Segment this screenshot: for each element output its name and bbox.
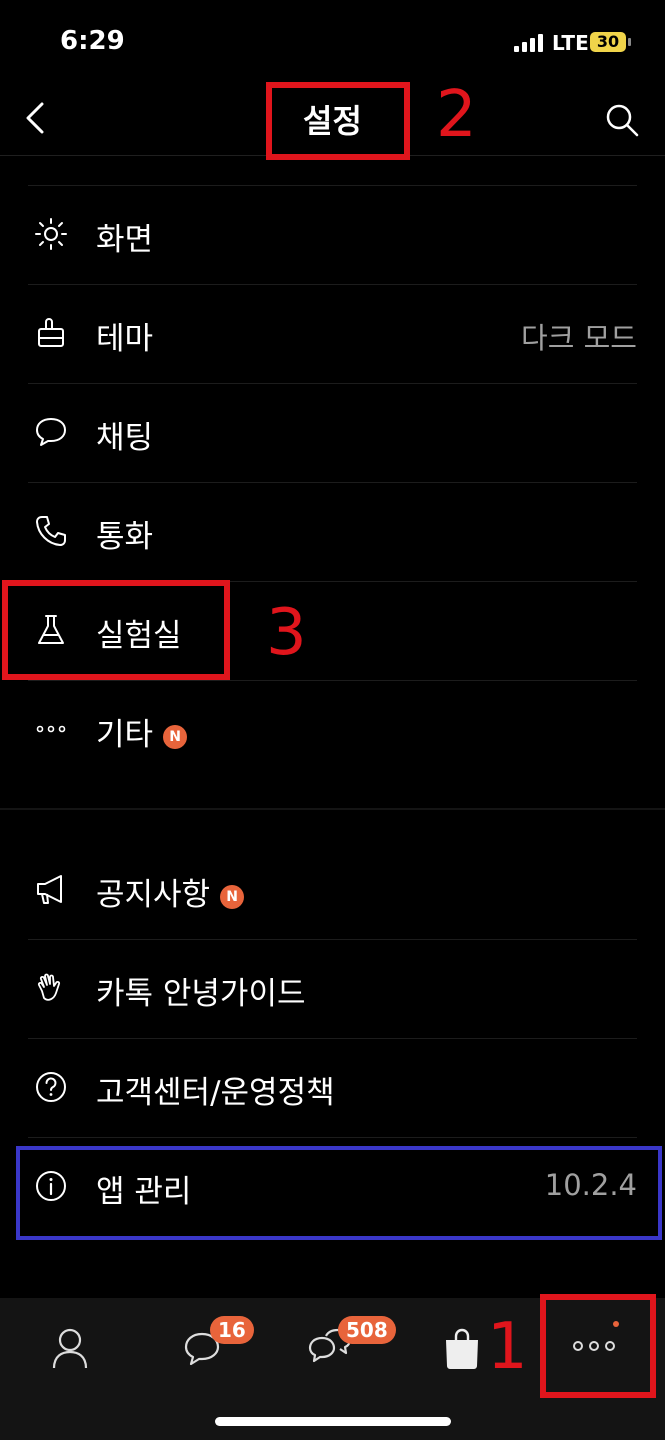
status-bar: 6:29 LTE 30 — [0, 0, 665, 86]
menu-item-etc[interactable]: 기타 N — [0, 681, 665, 780]
shopping-bag-icon — [446, 1328, 478, 1369]
menu-item-label: 고객센터/운영정책 — [96, 1075, 335, 1111]
brush-icon — [38, 318, 64, 347]
menu-item-guide[interactable]: 카톡 안녕가이드 — [0, 940, 665, 1039]
menu-item-support[interactable]: 고객센터/운영정책 — [0, 1039, 665, 1138]
megaphone-icon — [37, 875, 62, 904]
home-indicator[interactable] — [215, 1417, 451, 1426]
hand-wave-icon — [37, 973, 61, 1001]
annotation-box-blue — [16, 1146, 662, 1240]
chat-bubble-icon — [36, 418, 66, 446]
search-button[interactable] — [604, 102, 640, 138]
menu-item-display[interactable]: 화면 — [0, 186, 665, 285]
menu-item-label: 기타 N — [96, 709, 188, 754]
more-dots-icon — [36, 725, 66, 733]
menu-item-label: 채팅 — [96, 420, 154, 456]
unread-badge: 16 — [210, 1316, 254, 1344]
annotation-number-2: 2 — [436, 78, 477, 152]
menu-item-label: 테마 — [96, 321, 154, 357]
network-label: LTE — [552, 31, 589, 55]
annotation-number-3: 3 — [266, 596, 307, 670]
tab-shopping[interactable] — [432, 1316, 492, 1376]
section-divider — [0, 808, 665, 810]
menu-item-chat[interactable]: 채팅 — [0, 384, 665, 483]
tab-more[interactable] — [564, 1316, 624, 1376]
menu-item-theme[interactable]: 테마 다크 모드 — [0, 285, 665, 384]
annotation-box-2 — [266, 82, 410, 160]
menu-item-notice[interactable]: 공지사항 N — [0, 841, 665, 940]
question-circle-icon — [36, 1072, 66, 1102]
status-time: 6:29 — [60, 26, 125, 56]
more-icon — [573, 1321, 619, 1351]
battery-tip — [628, 38, 631, 46]
phone-icon — [36, 516, 66, 546]
menu-item-label: 카톡 안녕가이드 — [96, 976, 306, 1012]
unread-badge: 508 — [338, 1316, 396, 1344]
battery-icon: 30 — [590, 32, 626, 52]
tab-chats[interactable]: 16 — [172, 1316, 254, 1376]
person-icon — [52, 1328, 88, 1369]
new-badge: N — [220, 885, 245, 909]
menu-item-label: 공지사항 N — [96, 869, 245, 914]
menu-item-label: 화면 — [96, 222, 154, 258]
annotation-box-3 — [2, 580, 230, 680]
annotation-number-1: 1 — [487, 1310, 528, 1384]
new-badge: N — [163, 725, 188, 749]
search-icon — [606, 104, 639, 137]
menu-item-label: 통화 — [96, 519, 154, 555]
tab-friends[interactable] — [40, 1316, 100, 1376]
brightness-icon — [35, 218, 67, 250]
menu-item-call[interactable]: 통화 — [0, 483, 665, 582]
menu-item-value: 다크 모드 — [521, 321, 637, 355]
tab-open-chat[interactable]: 508 — [300, 1316, 396, 1376]
signal-icon — [514, 34, 546, 52]
